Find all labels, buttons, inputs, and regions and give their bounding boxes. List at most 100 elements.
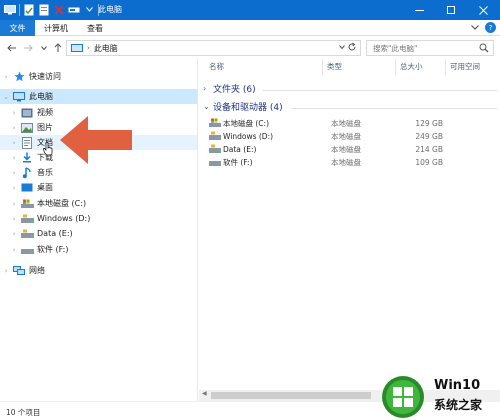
nav-item-label: 快速访问 xyxy=(29,72,61,81)
nav-item-desktop[interactable]: › 桌面 xyxy=(0,180,197,195)
nav-item-drive-d[interactable]: › Windows (D:) xyxy=(0,211,197,226)
group-label: 文件夹 (6) xyxy=(213,85,256,95)
refresh-icon[interactable] xyxy=(347,42,357,55)
maximize-icon xyxy=(447,6,455,14)
drive-row-d[interactable]: Windows (D:) 本地磁盘 249 GB xyxy=(205,130,495,143)
close-icon xyxy=(478,5,488,15)
tab-computer[interactable]: 计算机 xyxy=(44,20,68,36)
up-button[interactable] xyxy=(52,40,64,56)
chevron-right-icon[interactable]: › xyxy=(8,124,20,132)
arrow-left-icon xyxy=(7,44,16,52)
chevron-right-icon[interactable]: › xyxy=(8,169,20,177)
minimize-icon xyxy=(414,9,424,11)
tab-file[interactable]: 文件 xyxy=(0,20,35,36)
system-drive-icon xyxy=(209,118,221,130)
drive-size: 214 GB xyxy=(415,145,443,154)
chevron-right-icon[interactable]: › xyxy=(8,215,20,223)
back-button[interactable] xyxy=(6,40,18,56)
chevron-down-icon[interactable] xyxy=(83,3,95,16)
chevron-right-icon[interactable]: › xyxy=(8,154,20,162)
chevron-right-icon[interactable]: › xyxy=(8,109,20,117)
breadcrumb[interactable]: 此电脑 xyxy=(94,43,118,54)
pictures-folder-icon xyxy=(20,122,34,134)
close-button[interactable] xyxy=(467,0,499,20)
column-header-total-size[interactable]: 总大小 xyxy=(400,61,423,72)
network-icon xyxy=(12,265,26,277)
navigation-bar: › 此电脑 搜索"此电脑" xyxy=(0,37,500,59)
nav-item-drive-e[interactable]: › Data (E:) xyxy=(0,226,197,241)
nav-item-quick-access[interactable]: › 快速访问 xyxy=(0,69,197,84)
chevron-down-icon[interactable] xyxy=(339,44,345,51)
drive-name: Windows (D:) xyxy=(223,132,274,141)
help-icon[interactable]: ? xyxy=(485,22,496,33)
title-bar: 此电脑 xyxy=(0,0,500,20)
group-divider xyxy=(263,90,497,91)
maximize-button[interactable] xyxy=(435,0,467,20)
expand-ribbon-icon[interactable] xyxy=(471,23,479,32)
nav-item-network[interactable]: › 网络 xyxy=(0,263,197,278)
drive-icon xyxy=(20,213,34,225)
ribbon-controls: ? xyxy=(471,22,496,33)
computer-icon xyxy=(71,44,83,52)
windows-logo-icon xyxy=(382,376,424,418)
watermark-subtitle: 系统之家 xyxy=(434,398,483,412)
arrow-right-icon xyxy=(24,44,33,52)
watermark-title: Win10 xyxy=(434,378,481,393)
scrollbar-thumb[interactable] xyxy=(211,392,371,399)
chevron-right-icon[interactable]: › xyxy=(8,230,20,238)
chevron-right-icon[interactable]: › xyxy=(0,73,12,81)
drive-icon xyxy=(209,144,221,156)
column-divider[interactable] xyxy=(395,59,396,75)
drive-size: 249 GB xyxy=(415,132,443,141)
column-header-name[interactable]: 名称 xyxy=(209,61,224,72)
quick-access-toolbar xyxy=(4,3,99,16)
delete-icon[interactable] xyxy=(53,3,65,16)
chevron-down-icon: ⌄ xyxy=(203,102,210,111)
group-devices[interactable]: ⌄ 设备和驱动器 (4) xyxy=(203,100,283,113)
drive-row-f[interactable]: 软件 (F:) 本地磁盘 109 GB xyxy=(205,156,495,169)
nav-item-drive-c[interactable]: › 本地磁盘 (C:) xyxy=(0,196,197,211)
annotation-arrow-icon xyxy=(60,116,132,164)
drive-icon xyxy=(20,228,34,240)
desktop-folder-icon xyxy=(20,182,34,194)
nav-item-this-pc[interactable]: ⌄ 此电脑 xyxy=(0,89,197,104)
minimize-button[interactable] xyxy=(403,0,435,20)
chevron-down-icon[interactable]: ⌄ xyxy=(0,93,12,101)
chevron-right-icon: › xyxy=(203,84,207,93)
drive-row-e[interactable]: Data (E:) 本地磁盘 214 GB xyxy=(205,143,495,156)
item-count: 10 个项目 xyxy=(6,408,41,417)
column-header-type[interactable]: 类型 xyxy=(327,61,342,72)
search-input[interactable]: 搜索"此电脑" xyxy=(366,40,494,56)
chevron-right-icon[interactable]: › xyxy=(87,44,90,52)
scroll-left-icon[interactable]: ◀ xyxy=(202,390,207,397)
nav-item-label: 本地磁盘 (C:) xyxy=(37,199,87,208)
properties-icon[interactable] xyxy=(23,3,35,16)
window-title: 此电脑 xyxy=(98,5,122,14)
group-folders[interactable]: › 文件夹 (6) xyxy=(203,82,256,95)
tab-view[interactable]: 查看 xyxy=(87,20,103,36)
forward-button[interactable] xyxy=(22,40,34,56)
drive-name: 软件 (F:) xyxy=(223,158,253,167)
chevron-right-icon[interactable]: › xyxy=(8,184,20,192)
nav-item-label: 软件 (F:) xyxy=(37,245,69,254)
new-folder-icon[interactable] xyxy=(38,3,50,16)
recent-locations-button[interactable] xyxy=(38,40,50,56)
chevron-right-icon[interactable]: › xyxy=(8,139,20,147)
nav-item-drive-f[interactable]: › 软件 (F:) xyxy=(0,242,197,257)
chevron-right-icon[interactable]: › xyxy=(8,246,20,254)
chevron-right-icon[interactable]: › xyxy=(0,267,12,275)
rename-icon[interactable] xyxy=(68,3,80,16)
column-header-free-space[interactable]: 可用空间 xyxy=(450,61,480,72)
drive-icon xyxy=(209,157,221,169)
chevron-right-icon[interactable]: › xyxy=(8,200,20,208)
drive-row-c[interactable]: 本地磁盘 (C:) 本地磁盘 129 GB xyxy=(205,117,495,130)
search-icon[interactable] xyxy=(479,43,489,55)
address-bar[interactable]: › 此电脑 xyxy=(66,40,361,56)
drive-type: 本地磁盘 xyxy=(331,158,361,167)
nav-item-label: 视频 xyxy=(37,108,53,117)
star-icon xyxy=(12,71,26,83)
system-drive-icon xyxy=(20,198,34,210)
column-divider[interactable] xyxy=(322,59,323,75)
computer-icon[interactable] xyxy=(4,3,16,16)
column-divider[interactable] xyxy=(445,59,446,75)
